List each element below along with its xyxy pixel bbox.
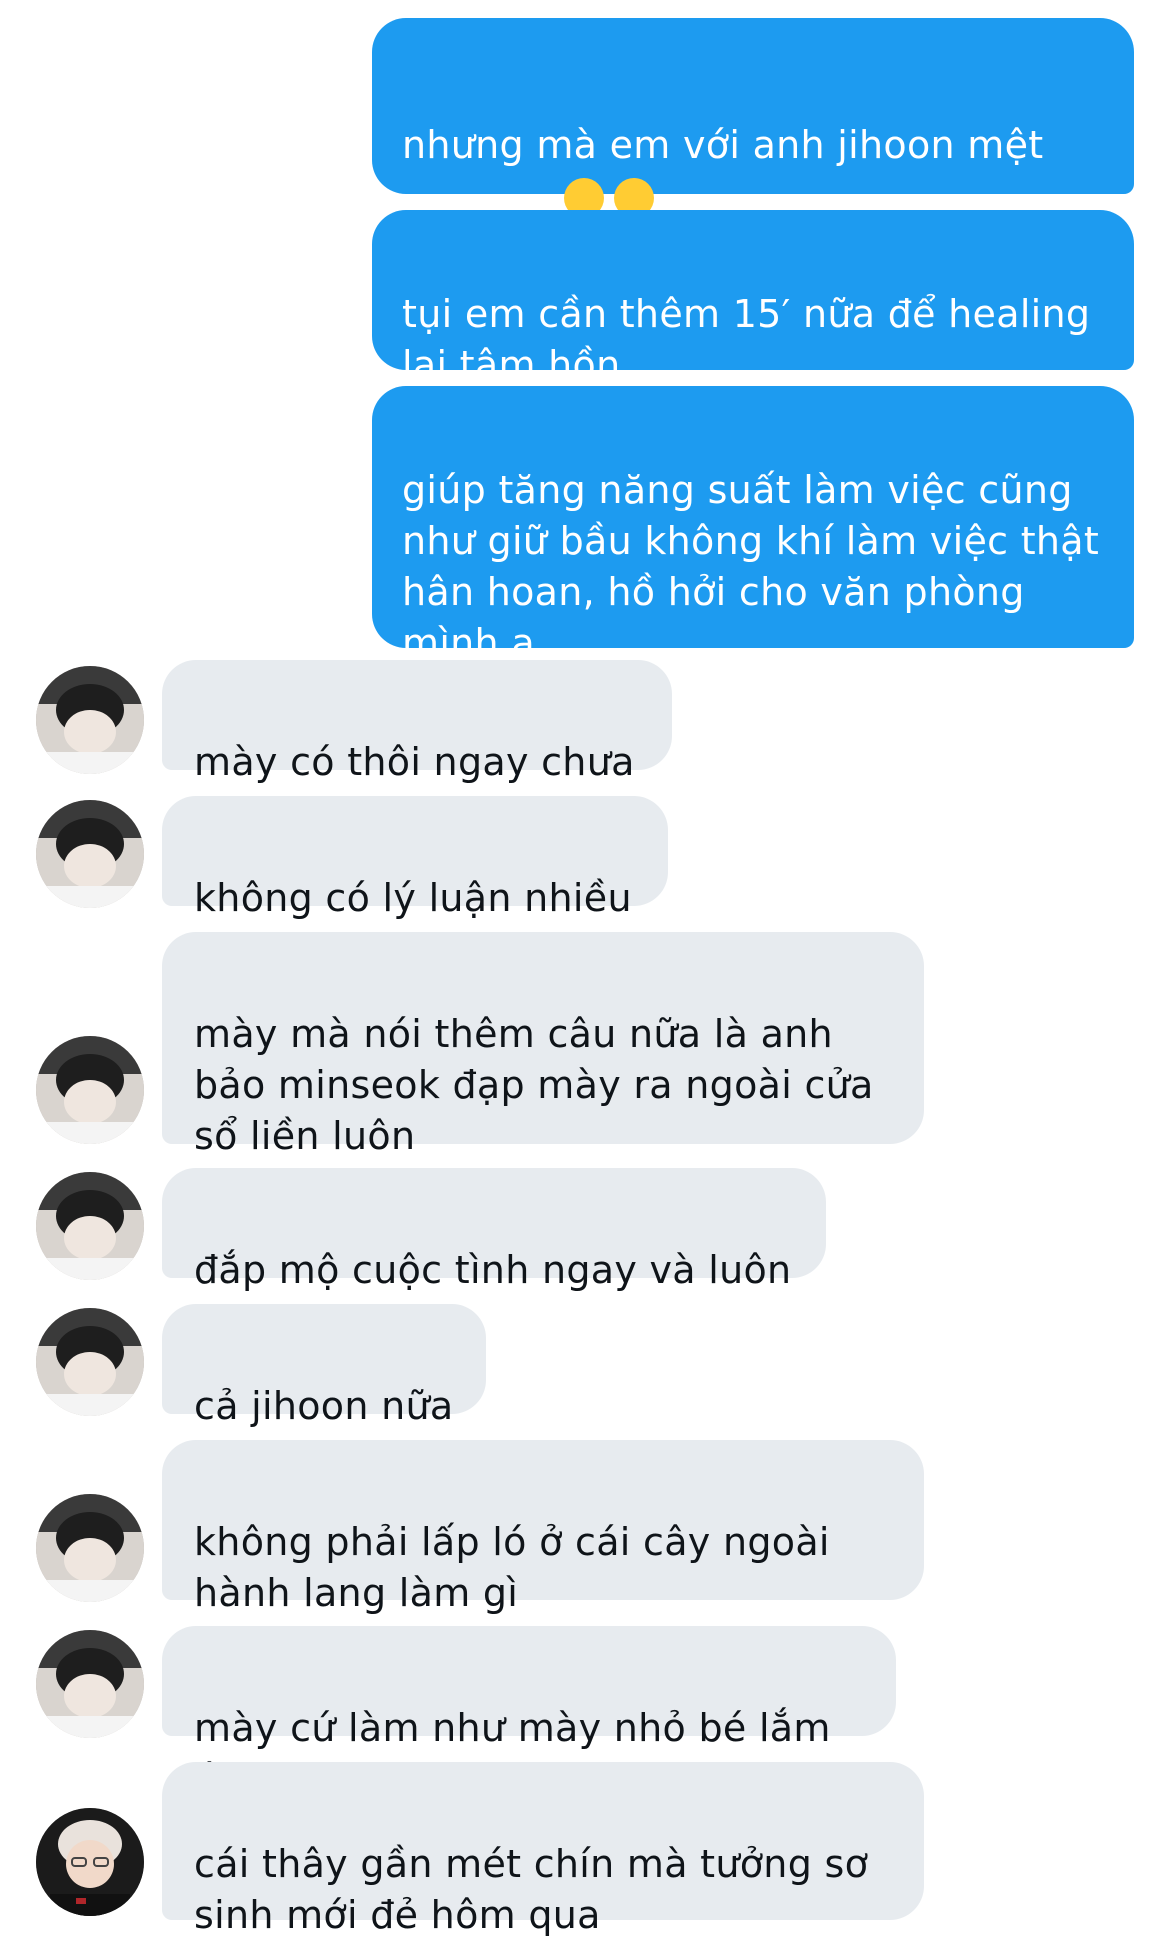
incoming-message[interactable]: không phải lấp ló ở cái cây ngoài hành l… [162,1440,924,1615]
sender-avatar[interactable] [36,1808,144,1916]
incoming-message[interactable]: đắp mộ cuộc tình ngay và luôn [162,1168,826,1292]
incoming-message[interactable]: không có lý luận nhiều [162,796,668,920]
incoming-message[interactable]: mày cứ làm như mày nhỏ bé lắm ý [162,1626,896,1801]
message-text: cái thây gần mét chín mà tưởng sơ sinh m… [194,1842,869,1937]
incoming-message[interactable]: cả jihoon nữa [162,1304,486,1428]
message-text: không phải lấp ló ở cái cây ngoài hành l… [194,1520,830,1615]
sender-avatar[interactable] [36,1172,144,1280]
incoming-message[interactable]: mày mà nói thêm câu nữa là anh bảo minse… [162,932,924,1158]
message-text: đắp mộ cuộc tình ngay và luôn [194,1248,792,1292]
message-text: tụi em cần thêm 15′ nữa để healing lại t… [402,292,1091,387]
message-text: cả jihoon nữa [194,1384,454,1428]
message-text: mày có thôi ngay chưa [194,740,635,784]
message-text: không có lý luận nhiều [194,876,632,920]
sender-avatar[interactable] [36,666,144,774]
sender-avatar[interactable] [36,800,144,908]
sender-avatar[interactable] [36,1494,144,1602]
outgoing-message[interactable]: giúp tăng năng suất làm việc cũng như gi… [372,386,1134,665]
outgoing-message[interactable]: tụi em cần thêm 15′ nữa để healing lại t… [372,210,1134,387]
outgoing-message[interactable]: nhưng mà em với anh jihoon mệt thật mà [372,18,1134,291]
message-text: giúp tăng năng suất làm việc cũng như gi… [402,468,1100,665]
sender-avatar[interactable] [36,1036,144,1144]
sender-avatar[interactable] [36,1630,144,1738]
message-text: mày mà nói thêm câu nữa là anh bảo minse… [194,1012,874,1158]
incoming-message[interactable]: cái thây gần mét chín mà tưởng sơ sinh m… [162,1762,924,1937]
incoming-message[interactable]: mày có thôi ngay chưa [162,660,672,784]
sender-avatar[interactable] [36,1308,144,1416]
